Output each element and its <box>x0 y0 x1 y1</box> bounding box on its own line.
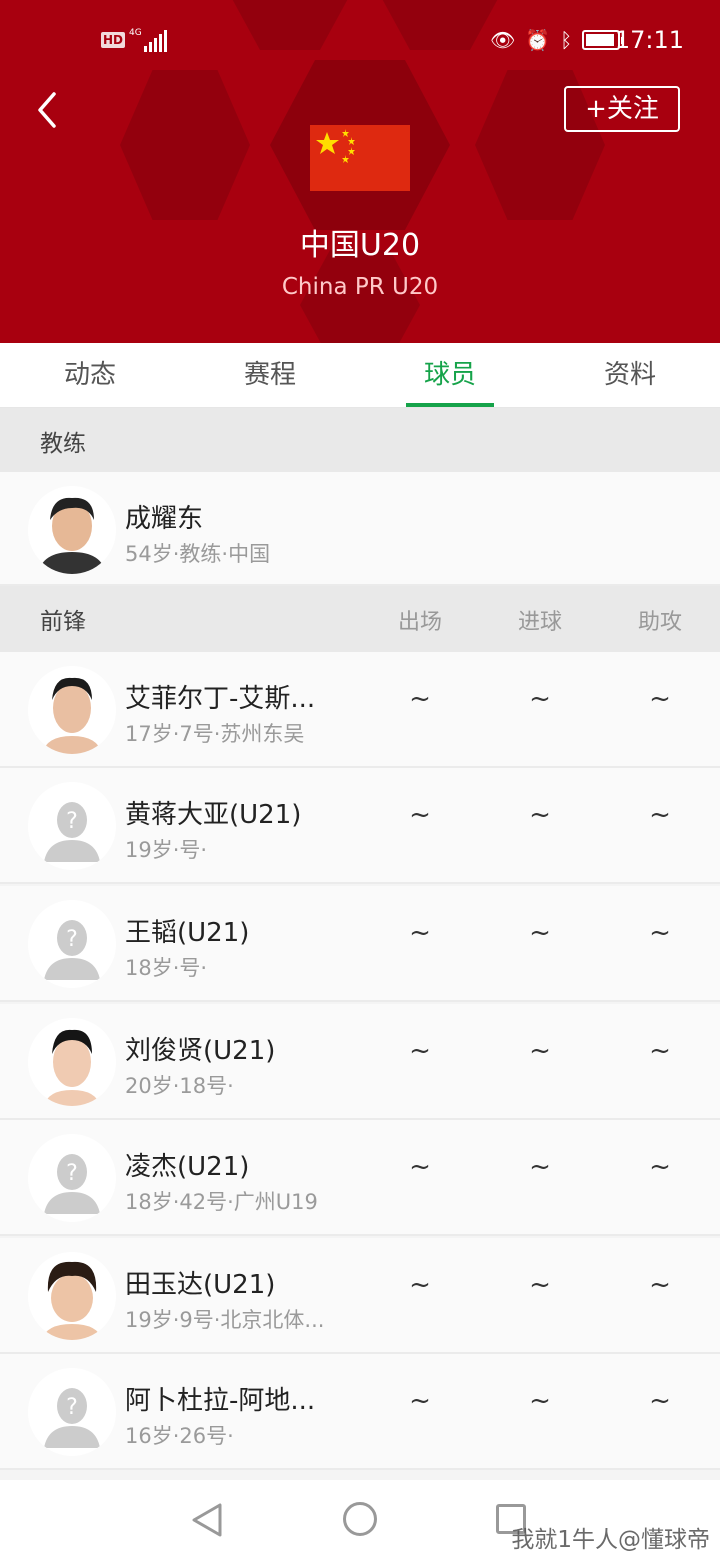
player-name: 凌杰(U21) <box>125 1152 250 1182</box>
svg-text:?: ? <box>66 1395 78 1420</box>
stat-goals: ~ <box>529 1386 551 1416</box>
team-name-english: China PR U20 <box>281 274 439 300</box>
placeholder-avatar-icon: ? <box>28 782 116 870</box>
svg-text:?: ? <box>66 927 78 952</box>
follow-button[interactable]: +关注 <box>564 86 680 132</box>
svg-text:?: ? <box>66 1161 78 1186</box>
alarm-icon: ⏰ <box>525 28 551 52</box>
column-apps: 出场 <box>397 610 442 635</box>
bluetooth-icon: ᛒ <box>560 28 573 52</box>
stat-assists: ~ <box>649 1036 671 1066</box>
stat-goals: ~ <box>529 1152 551 1182</box>
player-row[interactable]: ? 王韬(U21) 18岁·号· ~ ~ ~ <box>0 886 720 1002</box>
player-row[interactable]: ? 凌杰(U21) 18岁·42号·广州U19 ~ ~ ~ <box>0 1120 720 1236</box>
tab-players[interactable]: 球员 <box>360 343 540 407</box>
status-bar: HD 4G 👁 ⏰ ᛒ 17:11 <box>0 20 720 64</box>
stat-assists: ~ <box>649 1152 671 1182</box>
stat-apps: ~ <box>409 1036 431 1066</box>
stat-apps: ~ <box>409 1270 431 1300</box>
player-row[interactable]: 刘俊贤(U21) 20岁·18号· ~ ~ ~ <box>0 1004 720 1120</box>
avatar <box>28 1252 116 1340</box>
placeholder-avatar-icon: ? <box>28 1368 116 1456</box>
column-assists: 助攻 <box>637 610 682 635</box>
section-title: 前锋 <box>40 609 86 635</box>
network-label: 4G <box>129 28 142 38</box>
avatar <box>28 1018 116 1106</box>
placeholder-avatar-icon: ? <box>28 1134 116 1222</box>
nav-home-icon[interactable] <box>343 1502 377 1536</box>
svg-text:?: ? <box>66 809 78 834</box>
player-meta: 20岁·18号· <box>125 1074 234 1098</box>
placeholder-avatar-icon: ? <box>28 900 116 988</box>
hd-badge: HD <box>101 32 126 48</box>
stat-goals: ~ <box>529 1036 551 1066</box>
player-name: 黄蒋大亚(U21) <box>125 800 302 830</box>
tab-info[interactable]: 资料 <box>540 343 720 407</box>
stat-apps: ~ <box>409 1152 431 1182</box>
status-icons: 👁 ⏰ ᛒ <box>490 28 625 52</box>
tab-news[interactable]: 动态 <box>0 343 180 407</box>
player-name: 成耀东 <box>125 504 204 534</box>
player-name: 艾菲尔丁-艾斯... <box>125 684 316 714</box>
player-row[interactable]: ? 黄蒋大亚(U21) 19岁·号· ~ ~ ~ <box>0 768 720 884</box>
stat-assists: ~ <box>649 1270 671 1300</box>
player-meta: 17岁·7号·苏州东吴 <box>125 722 305 746</box>
player-row[interactable]: 艾菲尔丁-艾斯... 17岁·7号·苏州东吴 ~ ~ ~ <box>0 652 720 768</box>
stat-apps: ~ <box>409 800 431 830</box>
stat-assists: ~ <box>649 1386 671 1416</box>
player-meta: 16岁·26号· <box>125 1424 234 1448</box>
stat-apps: ~ <box>409 1386 431 1416</box>
player-name: 阿卜杜拉-阿地... <box>125 1386 316 1416</box>
player-meta: 18岁·42号·广州U19 <box>125 1190 318 1214</box>
stat-apps: ~ <box>409 684 431 714</box>
back-arrow-icon <box>38 92 56 128</box>
player-name: 田玉达(U21) <box>125 1270 276 1300</box>
coach-section-header: 教练 <box>0 408 720 472</box>
stat-assists: ~ <box>649 918 671 948</box>
player-meta: 19岁·9号·北京北体... <box>125 1308 325 1332</box>
china-flag-icon <box>310 125 410 191</box>
team-name: 中国U20 <box>299 228 421 263</box>
coach-row[interactable]: 成耀东 54岁·教练·中国 <box>0 472 720 586</box>
stat-apps: ~ <box>409 918 431 948</box>
back-button[interactable] <box>34 88 74 132</box>
player-meta: 18岁·号· <box>125 956 208 980</box>
signal-icon <box>144 30 168 52</box>
player-meta: 19岁·号· <box>125 838 208 862</box>
player-row[interactable]: 田玉达(U21) 19岁·9号·北京北体... ~ ~ ~ <box>0 1238 720 1354</box>
stat-assists: ~ <box>649 684 671 714</box>
stat-goals: ~ <box>529 684 551 714</box>
nav-back-icon[interactable] <box>190 1502 224 1542</box>
player-meta: 54岁·教练·中国 <box>125 542 271 566</box>
watermark: 我就1牛人@懂球帝 <box>511 1527 710 1553</box>
avatar <box>28 486 116 574</box>
stat-goals: ~ <box>529 800 551 830</box>
clock: 17:11 <box>614 26 684 54</box>
stat-goals: ~ <box>529 918 551 948</box>
hex-decoration <box>120 70 250 220</box>
player-name: 王韬(U21) <box>125 918 250 948</box>
team-header: HD 4G 👁 ⏰ ᛒ 17:11 +关注 中国U20 China PR U20 <box>0 0 720 343</box>
tab-schedule[interactable]: 赛程 <box>180 343 360 407</box>
player-name: 刘俊贤(U21) <box>125 1036 276 1066</box>
forward-section-header: 前锋 出场 进球 助攻 <box>0 586 720 652</box>
column-goals: 进球 <box>517 610 562 635</box>
system-nav-bar: 我就1牛人@懂球帝 <box>0 1480 720 1560</box>
eye-icon: 👁 <box>490 28 516 52</box>
stat-assists: ~ <box>649 800 671 830</box>
stat-goals: ~ <box>529 1270 551 1300</box>
avatar <box>28 666 116 754</box>
tab-bar: 动态 赛程 球员 资料 <box>0 343 720 408</box>
section-title: 教练 <box>40 431 86 457</box>
player-row[interactable]: ? 阿卜杜拉-阿地... 16岁·26号· ~ ~ ~ <box>0 1354 720 1470</box>
